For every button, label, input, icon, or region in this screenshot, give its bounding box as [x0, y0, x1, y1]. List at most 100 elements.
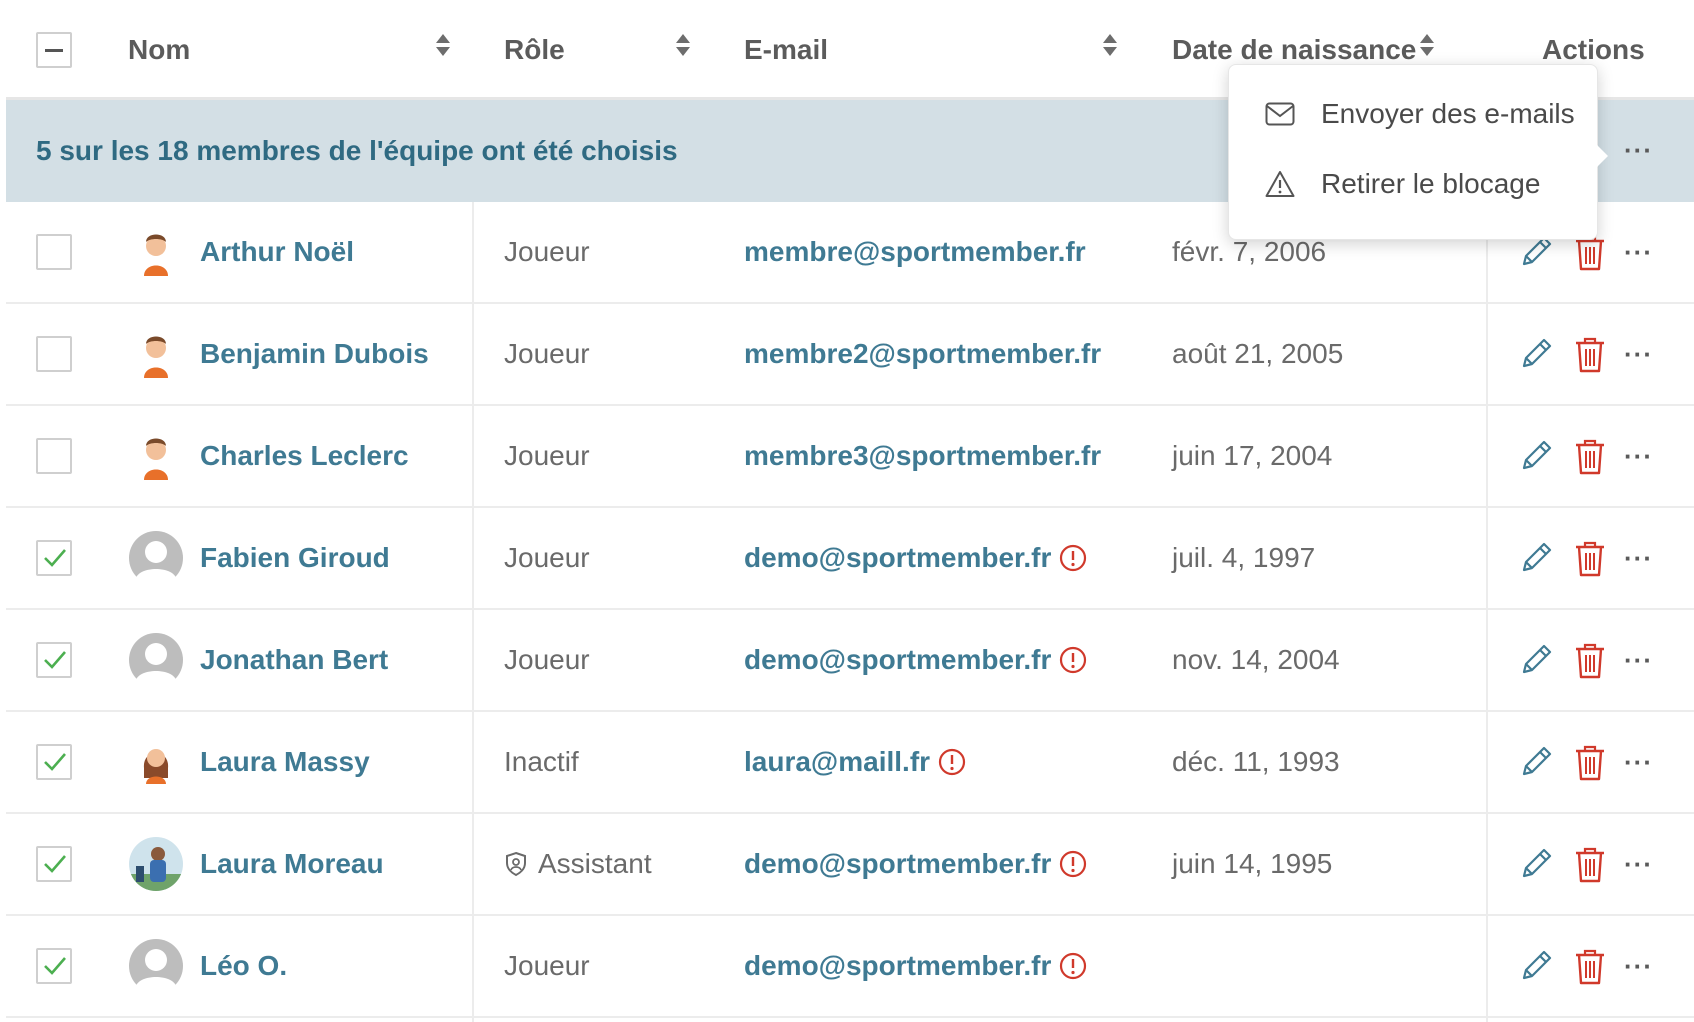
row-more-button[interactable]: ···: [1624, 239, 1653, 265]
column-header-name[interactable]: Nom: [128, 0, 190, 100]
delete-trash-icon[interactable]: [1574, 948, 1606, 986]
edit-pencil-icon[interactable]: [1518, 846, 1554, 882]
member-birthdate: juin 14, 1995: [1172, 848, 1333, 879]
sort-icon[interactable]: [436, 34, 450, 58]
row-more-button[interactable]: ···: [1624, 953, 1653, 979]
row-select-checkbox[interactable]: [36, 744, 72, 780]
table-row: Benjamin Dubois Joueur membre2@sportmember…: [6, 304, 1694, 406]
bulk-actions-menu: Envoyer des e-mails Retirer le blocage: [1228, 64, 1608, 240]
row-more-button[interactable]: ···: [1624, 749, 1653, 775]
member-email-link[interactable]: membre@sportmember.fr: [744, 236, 1086, 268]
member-name-link[interactable]: Laura Moreau: [200, 814, 384, 914]
email-warning-icon[interactable]: [1059, 646, 1087, 674]
player-avatar: [128, 224, 184, 280]
edit-pencil-icon[interactable]: [1518, 540, 1554, 576]
row-select-checkbox[interactable]: [36, 948, 72, 984]
default-avatar: [128, 938, 184, 995]
member-role: Assistant: [504, 814, 652, 914]
member-name-link[interactable]: Charles Leclerc: [200, 406, 409, 506]
delete-trash-icon[interactable]: [1574, 438, 1606, 476]
row-more-button[interactable]: ···: [1624, 341, 1653, 367]
row-select-checkbox[interactable]: [36, 540, 72, 576]
member-role-label: Joueur: [504, 338, 590, 369]
female-avatar: [128, 734, 184, 790]
member-email-link[interactable]: membre3@sportmember.fr: [744, 440, 1101, 472]
shield-user-icon: [504, 851, 538, 877]
edit-pencil-icon[interactable]: [1518, 948, 1554, 984]
member-email-link[interactable]: laura@maill.fr: [744, 746, 930, 778]
email-warning-icon[interactable]: [938, 748, 966, 776]
member-birthdate: déc. 11, 1993: [1172, 746, 1340, 777]
member-role-label: Joueur: [504, 542, 590, 573]
member-email: demo@sportmember.fr: [744, 508, 1087, 608]
bulk-actions-more-button[interactable]: ···: [1624, 137, 1653, 163]
delete-trash-icon[interactable]: [1574, 846, 1606, 884]
row-more-button[interactable]: ···: [1624, 647, 1653, 673]
delete-trash-icon[interactable]: [1574, 744, 1606, 782]
member-name-link[interactable]: Laura Massy: [200, 712, 370, 812]
default-avatar: [128, 530, 184, 587]
member-email: membre2@sportmember.fr: [744, 304, 1101, 404]
member-email-link[interactable]: demo@sportmember.fr: [744, 644, 1051, 676]
member-role-label: Joueur: [504, 440, 590, 471]
select-all-checkbox[interactable]: [36, 32, 72, 68]
member-birthdate: juin 17, 2004: [1172, 440, 1333, 471]
row-select-checkbox[interactable]: [36, 336, 72, 372]
player-avatar: [128, 326, 184, 382]
table-row: Fabien Giroud Joueur demo@sportmember.fr ju…: [6, 508, 1694, 610]
member-birthdate: nov. 14, 2004: [1172, 644, 1340, 675]
email-warning-icon[interactable]: [1059, 952, 1087, 980]
member-email-link[interactable]: membre2@sportmember.fr: [744, 338, 1101, 370]
menu-item-send-emails[interactable]: Envoyer des e-mails: [1229, 79, 1599, 149]
member-name-link[interactable]: Arthur Noël: [200, 202, 354, 302]
row-select-checkbox[interactable]: [36, 234, 72, 270]
member-name-link[interactable]: Jonathan Bert: [200, 610, 388, 710]
member-role-label: Assistant: [538, 848, 652, 879]
edit-pencil-icon[interactable]: [1518, 642, 1554, 678]
member-role: Inactif: [504, 712, 579, 812]
member-role: Joueur: [504, 916, 590, 1016]
edit-pencil-icon[interactable]: [1518, 438, 1554, 474]
row-more-button[interactable]: ···: [1624, 545, 1653, 571]
delete-trash-icon[interactable]: [1574, 540, 1606, 578]
envelope-icon: [1265, 102, 1295, 126]
member-email: laura@maill.fr: [744, 712, 966, 812]
member-email-link[interactable]: demo@sportmember.fr: [744, 848, 1051, 880]
member-birthdate: août 21, 2005: [1172, 338, 1344, 369]
member-role-label: Joueur: [504, 950, 590, 981]
member-email-link[interactable]: demo@sportmember.fr: [744, 950, 1051, 982]
email-warning-icon[interactable]: [1059, 850, 1087, 878]
sort-icon[interactable]: [1420, 34, 1434, 58]
column-header-email[interactable]: E-mail: [744, 0, 828, 100]
member-role: Joueur: [504, 304, 590, 404]
menu-item-remove-block[interactable]: Retirer le blocage: [1229, 149, 1599, 219]
sort-icon[interactable]: [1103, 34, 1117, 58]
member-email: demo@sportmember.fr: [744, 610, 1087, 710]
member-email-link[interactable]: demo@sportmember.fr: [744, 542, 1051, 574]
edit-pencil-icon[interactable]: [1518, 336, 1554, 372]
table-row: Jonathan Bert Joueur demo@sportmember.fr no…: [6, 610, 1694, 712]
member-role-label: Inactif: [504, 746, 579, 777]
photo-avatar: [128, 836, 184, 892]
member-name-link[interactable]: Benjamin Dubois: [200, 304, 429, 404]
member-email: membre@sportmember.fr: [744, 202, 1086, 302]
column-header-role[interactable]: Rôle: [504, 0, 565, 100]
row-select-checkbox[interactable]: [36, 846, 72, 882]
row-select-checkbox[interactable]: [36, 642, 72, 678]
delete-trash-icon[interactable]: [1574, 336, 1606, 374]
default-avatar: [128, 632, 184, 689]
member-name-link[interactable]: Léo O.: [200, 916, 287, 1016]
member-role: Joueur: [504, 202, 590, 302]
selection-count-text: 5 sur les 18 membres de l'équipe ont été…: [36, 135, 678, 166]
member-role: Joueur: [504, 610, 590, 710]
row-select-checkbox[interactable]: [36, 438, 72, 474]
warning-triangle-icon: [1265, 171, 1295, 197]
delete-trash-icon[interactable]: [1574, 642, 1606, 680]
member-role-label: Joueur: [504, 644, 590, 675]
edit-pencil-icon[interactable]: [1518, 744, 1554, 780]
member-name-link[interactable]: Fabien Giroud: [200, 508, 390, 608]
sort-icon[interactable]: [676, 34, 690, 58]
row-more-button[interactable]: ···: [1624, 851, 1653, 877]
row-more-button[interactable]: ···: [1624, 443, 1653, 469]
email-warning-icon[interactable]: [1059, 544, 1087, 572]
